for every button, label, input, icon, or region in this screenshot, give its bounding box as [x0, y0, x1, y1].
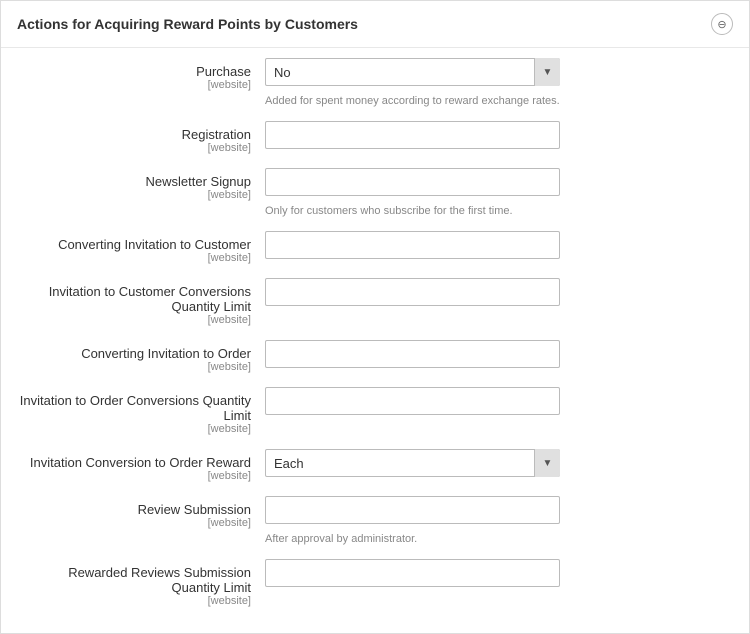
label-group-registration: Registration[website]	[17, 121, 265, 154]
label-registration: Registration	[17, 127, 251, 142]
hint-text-review_submission: After approval by administrator.	[265, 531, 417, 545]
input-review_submission[interactable]	[265, 496, 560, 524]
input-registration[interactable]	[265, 121, 560, 149]
label-group-purchase: Purchase[website]	[17, 58, 265, 91]
select-invitation_conversion_to_order_reward[interactable]: EachFirst	[265, 449, 560, 477]
hint-text-purchase: Added for spent money according to rewar…	[265, 93, 560, 107]
input-invitation_to_order_conversions_quantity_limit[interactable]	[265, 387, 560, 415]
label-group-invitation_to_order_conversions_quantity_limit: Invitation to Order Conversions Quantity…	[17, 387, 265, 435]
page-title: Actions for Acquiring Reward Points by C…	[17, 16, 358, 32]
sublabel-newsletter_signup: [website]	[17, 189, 251, 201]
form-content: Purchase[website]NoYes▼Added for spent m…	[1, 48, 749, 633]
select-purchase[interactable]: NoYes	[265, 58, 560, 86]
input-group-review_submission	[265, 496, 733, 524]
label-review_submission: Review Submission	[17, 502, 251, 517]
page-header: Actions for Acquiring Reward Points by C…	[1, 1, 749, 48]
form-row-purchase: Purchase[website]NoYes▼	[17, 58, 733, 91]
label-converting_invitation_to_order: Converting Invitation to Order	[17, 346, 251, 361]
input-group-invitation_to_order_conversions_quantity_limit	[265, 387, 733, 415]
sublabel-invitation_to_order_conversions_quantity_limit: [website]	[17, 423, 251, 435]
form-row-invitation_conversion_to_order_reward: Invitation Conversion to Order Reward[we…	[17, 449, 733, 482]
form-row-invitation_to_order_conversions_quantity_limit: Invitation to Order Conversions Quantity…	[17, 387, 733, 435]
sublabel-rewarded_reviews_submission_quantity_limit: [website]	[17, 595, 251, 607]
form-row-rewarded_reviews_submission_quantity_limit: Rewarded Reviews Submission Quantity Lim…	[17, 559, 733, 607]
label-group-review_submission: Review Submission[website]	[17, 496, 265, 529]
sublabel-converting_invitation_to_customer: [website]	[17, 252, 251, 264]
input-group-rewarded_reviews_submission_quantity_limit	[265, 559, 733, 587]
label-converting_invitation_to_customer: Converting Invitation to Customer	[17, 237, 251, 252]
hint-row-newsletter_signup: Only for customers who subscribe for the…	[17, 203, 733, 217]
input-group-newsletter_signup	[265, 168, 733, 196]
form-row-converting_invitation_to_customer: Converting Invitation to Customer[websit…	[17, 231, 733, 264]
label-invitation_conversion_to_order_reward: Invitation Conversion to Order Reward	[17, 455, 251, 470]
hint-row-purchase: Added for spent money according to rewar…	[17, 93, 733, 107]
label-rewarded_reviews_submission_quantity_limit: Rewarded Reviews Submission Quantity Lim…	[17, 565, 251, 595]
label-group-invitation_to_customer_conversions_quantity_limit: Invitation to Customer Conversions Quant…	[17, 278, 265, 326]
form-row-invitation_to_customer_conversions_quantity_limit: Invitation to Customer Conversions Quant…	[17, 278, 733, 326]
input-group-converting_invitation_to_order	[265, 340, 733, 368]
hint-row-review_submission: After approval by administrator.	[17, 531, 733, 545]
label-group-rewarded_reviews_submission_quantity_limit: Rewarded Reviews Submission Quantity Lim…	[17, 559, 265, 607]
input-invitation_to_customer_conversions_quantity_limit[interactable]	[265, 278, 560, 306]
sublabel-review_submission: [website]	[17, 517, 251, 529]
label-group-converting_invitation_to_customer: Converting Invitation to Customer[websit…	[17, 231, 265, 264]
input-converting_invitation_to_order[interactable]	[265, 340, 560, 368]
form-row-converting_invitation_to_order: Converting Invitation to Order[website]	[17, 340, 733, 373]
input-group-invitation_conversion_to_order_reward: EachFirst▼	[265, 449, 733, 477]
label-group-converting_invitation_to_order: Converting Invitation to Order[website]	[17, 340, 265, 373]
collapse-button[interactable]: ⊖	[711, 13, 733, 35]
label-newsletter_signup: Newsletter Signup	[17, 174, 251, 189]
form-row-newsletter_signup: Newsletter Signup[website]	[17, 168, 733, 201]
form-row-review_submission: Review Submission[website]	[17, 496, 733, 529]
input-rewarded_reviews_submission_quantity_limit[interactable]	[265, 559, 560, 587]
input-converting_invitation_to_customer[interactable]	[265, 231, 560, 259]
input-newsletter_signup[interactable]	[265, 168, 560, 196]
select-wrapper-invitation_conversion_to_order_reward: EachFirst▼	[265, 449, 560, 477]
input-group-purchase: NoYes▼	[265, 58, 733, 86]
input-group-converting_invitation_to_customer	[265, 231, 733, 259]
input-group-invitation_to_customer_conversions_quantity_limit	[265, 278, 733, 306]
page-container: Actions for Acquiring Reward Points by C…	[0, 0, 750, 634]
collapse-icon: ⊖	[717, 18, 726, 31]
sublabel-purchase: [website]	[17, 79, 251, 91]
input-group-registration	[265, 121, 733, 149]
sublabel-converting_invitation_to_order: [website]	[17, 361, 251, 373]
select-wrapper-purchase: NoYes▼	[265, 58, 560, 86]
label-group-invitation_conversion_to_order_reward: Invitation Conversion to Order Reward[we…	[17, 449, 265, 482]
label-group-newsletter_signup: Newsletter Signup[website]	[17, 168, 265, 201]
sublabel-invitation_conversion_to_order_reward: [website]	[17, 470, 251, 482]
hint-text-newsletter_signup: Only for customers who subscribe for the…	[265, 203, 513, 217]
label-invitation_to_order_conversions_quantity_limit: Invitation to Order Conversions Quantity…	[17, 393, 251, 423]
sublabel-invitation_to_customer_conversions_quantity_limit: [website]	[17, 314, 251, 326]
form-row-registration: Registration[website]	[17, 121, 733, 154]
label-purchase: Purchase	[17, 64, 251, 79]
sublabel-registration: [website]	[17, 142, 251, 154]
label-invitation_to_customer_conversions_quantity_limit: Invitation to Customer Conversions Quant…	[17, 284, 251, 314]
